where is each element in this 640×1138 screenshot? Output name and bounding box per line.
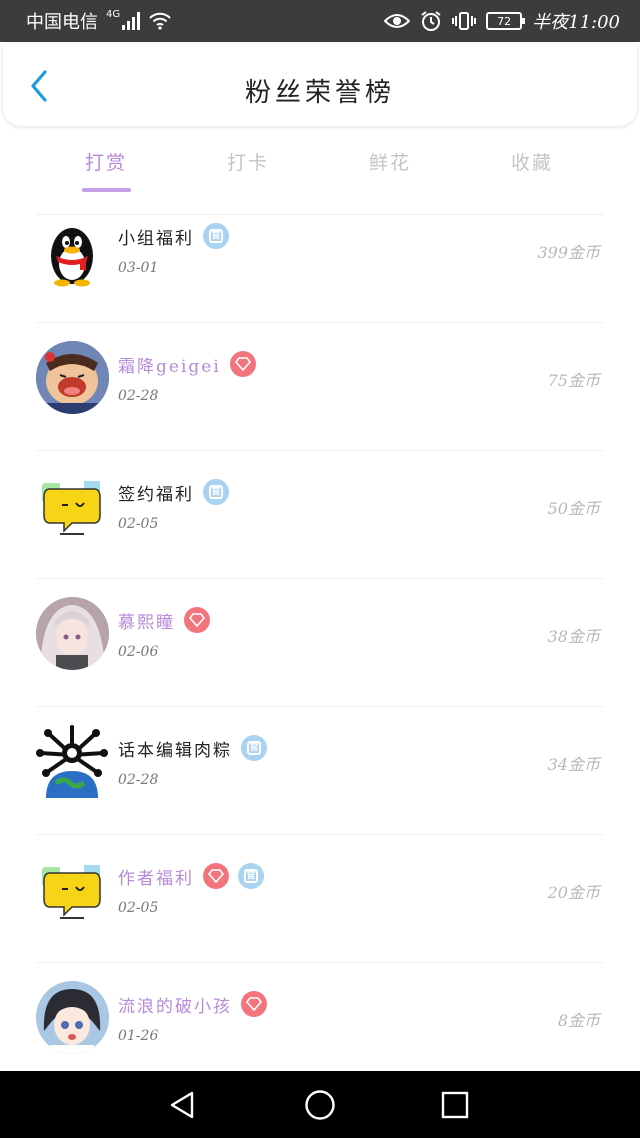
coin-amount: 399金币 — [537, 243, 600, 262]
diamond-badge-icon — [184, 607, 210, 633]
page-title: 粉丝荣誉榜 — [244, 78, 395, 108]
coin-amount: 34金币 — [547, 755, 600, 774]
carrier-label: 中国电信 — [26, 12, 98, 33]
signal-icon — [122, 12, 141, 30]
name-line: 签约福利 官 — [118, 479, 229, 505]
tab-checkin[interactable]: 打卡 — [198, 148, 298, 175]
coin-amount: 8金币 — [557, 1011, 600, 1030]
tab-flowers[interactable]: 鲜花 — [340, 148, 440, 175]
status-left: 中国电信 4G — [26, 0, 172, 42]
nav-home-button[interactable] — [302, 1087, 338, 1123]
diamond-badge-icon — [229, 351, 256, 377]
network-type-label: 4G — [106, 8, 121, 20]
battery-level: 72 — [497, 14, 512, 28]
name-line: 话本编辑肉粽 官 — [118, 735, 267, 761]
official-badge-icon: 官 — [238, 863, 264, 889]
wifi-icon — [149, 12, 171, 30]
chat-bubble-avatar — [36, 853, 109, 926]
anime-boy-avatar — [36, 981, 109, 1054]
tab-active-indicator — [82, 188, 131, 192]
name-line: 小组福利 官 — [118, 223, 229, 249]
reward-date: 02-05 — [118, 516, 159, 532]
coin-amount: 75金币 — [547, 371, 600, 390]
header-bar: 粉丝荣誉榜 — [3, 44, 637, 126]
diamond-badge-icon — [203, 863, 229, 889]
diamond-badge-icon — [241, 991, 267, 1017]
user-name: 话本编辑肉粽 — [118, 740, 232, 761]
name-line: 霜降geigei — [118, 351, 256, 377]
anime-girl-avatar — [36, 597, 109, 670]
reward-date: 02-28 — [118, 772, 159, 788]
reward-date: 03-01 — [118, 260, 159, 276]
vibrate-icon — [452, 12, 477, 30]
user-name: 霜降geigei — [118, 356, 221, 377]
circle-home-icon — [305, 1090, 335, 1120]
status-bar: 中国电信 4G 72 半夜11:00 — [0, 0, 640, 42]
name-line: 慕熙瞳 — [118, 607, 210, 633]
tab-bar: 打赏 打卡 鲜花 收藏 — [0, 140, 640, 200]
eye-icon — [384, 14, 411, 28]
square-recents-icon — [441, 1091, 469, 1119]
name-line: 流浪的破小孩 — [118, 991, 267, 1017]
official-badge-icon: 官 — [203, 479, 229, 505]
coin-amount: 50金币 — [547, 499, 600, 518]
reward-date: 02-06 — [118, 644, 159, 660]
cartoon-kid-avatar — [36, 341, 109, 414]
tab-favorites[interactable]: 收藏 — [482, 148, 582, 175]
coin-amount: 38金币 — [547, 627, 600, 646]
nav-recents-button[interactable] — [437, 1087, 473, 1123]
reward-date: 02-28 — [118, 388, 159, 404]
chat-bubble-avatar — [36, 469, 109, 542]
nav-back-button[interactable] — [164, 1087, 200, 1123]
divider — [36, 450, 604, 451]
clock-label: 半夜11:00 — [532, 12, 620, 33]
divider — [36, 322, 604, 323]
name-line: 作者福利 官 — [118, 863, 264, 889]
divider — [36, 962, 604, 963]
official-badge-icon: 官 — [203, 223, 229, 249]
user-name: 小组福利 — [118, 228, 194, 249]
user-name: 慕熙瞳 — [118, 612, 175, 633]
triangle-back-icon — [170, 1091, 194, 1119]
user-name: 签约福利 — [118, 484, 194, 505]
earth-creature-avatar — [36, 725, 109, 798]
official-badge-icon: 官 — [241, 735, 267, 761]
user-name: 流浪的破小孩 — [118, 996, 232, 1017]
reward-date: 02-05 — [118, 900, 159, 916]
alarm-icon — [421, 11, 441, 31]
coin-amount: 20金币 — [547, 883, 600, 902]
divider — [36, 578, 604, 579]
divider — [36, 706, 604, 707]
penguin-avatar — [36, 216, 109, 289]
battery-icon: 72 — [486, 12, 526, 30]
user-name: 作者福利 — [118, 868, 194, 889]
tab-reward[interactable]: 打赏 — [56, 148, 156, 175]
divider — [36, 834, 604, 835]
reward-date: 01-26 — [118, 1028, 159, 1044]
status-right: 72 半夜11:00 — [384, 0, 620, 42]
system-nav-bar — [0, 1071, 640, 1138]
